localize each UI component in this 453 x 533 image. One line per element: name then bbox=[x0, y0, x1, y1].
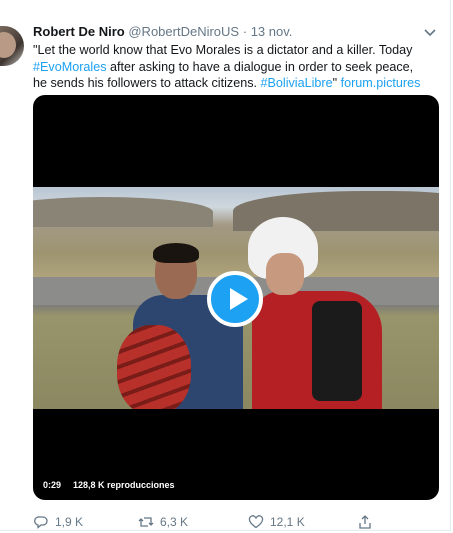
like-button[interactable]: 12,1 K bbox=[248, 514, 305, 530]
retweet-button[interactable]: 6,3 K bbox=[138, 514, 188, 530]
tweet-text: "Let the world know that Evo Morales is … bbox=[33, 42, 423, 92]
share-button[interactable] bbox=[357, 514, 379, 530]
reply-button[interactable]: 1,9 K bbox=[33, 514, 83, 530]
reply-icon bbox=[34, 516, 48, 529]
tweet-card[interactable]: Robert De Niro @RobertDeNiroUS · 13 nov.… bbox=[0, 0, 451, 531]
avatar[interactable] bbox=[0, 26, 24, 66]
tweet-text-part: "Let the world know that Evo Morales is … bbox=[33, 43, 413, 57]
tweet-header: Robert De Niro @RobertDeNiroUS · 13 nov. bbox=[33, 24, 420, 40]
tweet-actions: 1,9 K 6,3 K 12,1 K bbox=[33, 514, 403, 530]
like-count: 12,1 K bbox=[270, 515, 305, 529]
tweet-text-part: " bbox=[332, 76, 341, 90]
separator-dot: · bbox=[242, 24, 248, 39]
tweet-date[interactable]: 13 nov. bbox=[251, 24, 293, 39]
reply-count: 1,9 K bbox=[55, 515, 84, 529]
video-player[interactable]: 0:29 128,8 K reproducciones bbox=[33, 95, 439, 500]
retweet-icon bbox=[138, 517, 154, 527]
share-icon bbox=[359, 515, 371, 529]
like-icon bbox=[248, 515, 264, 529]
hashtag-link[interactable]: #EvoMorales bbox=[33, 60, 107, 74]
hashtag-link[interactable]: #BoliviaLibre bbox=[261, 76, 333, 90]
play-icon[interactable] bbox=[207, 271, 263, 327]
video-views: 128,8 K reproducciones bbox=[69, 477, 179, 493]
external-link[interactable]: forum.pictures bbox=[341, 76, 421, 90]
chevron-down-icon[interactable] bbox=[422, 24, 438, 40]
video-duration: 0:29 bbox=[39, 477, 66, 493]
author-handle[interactable]: @RobertDeNiroUS bbox=[128, 24, 239, 39]
author-name[interactable]: Robert De Niro bbox=[33, 24, 125, 39]
retweet-count: 6,3 K bbox=[160, 515, 189, 529]
